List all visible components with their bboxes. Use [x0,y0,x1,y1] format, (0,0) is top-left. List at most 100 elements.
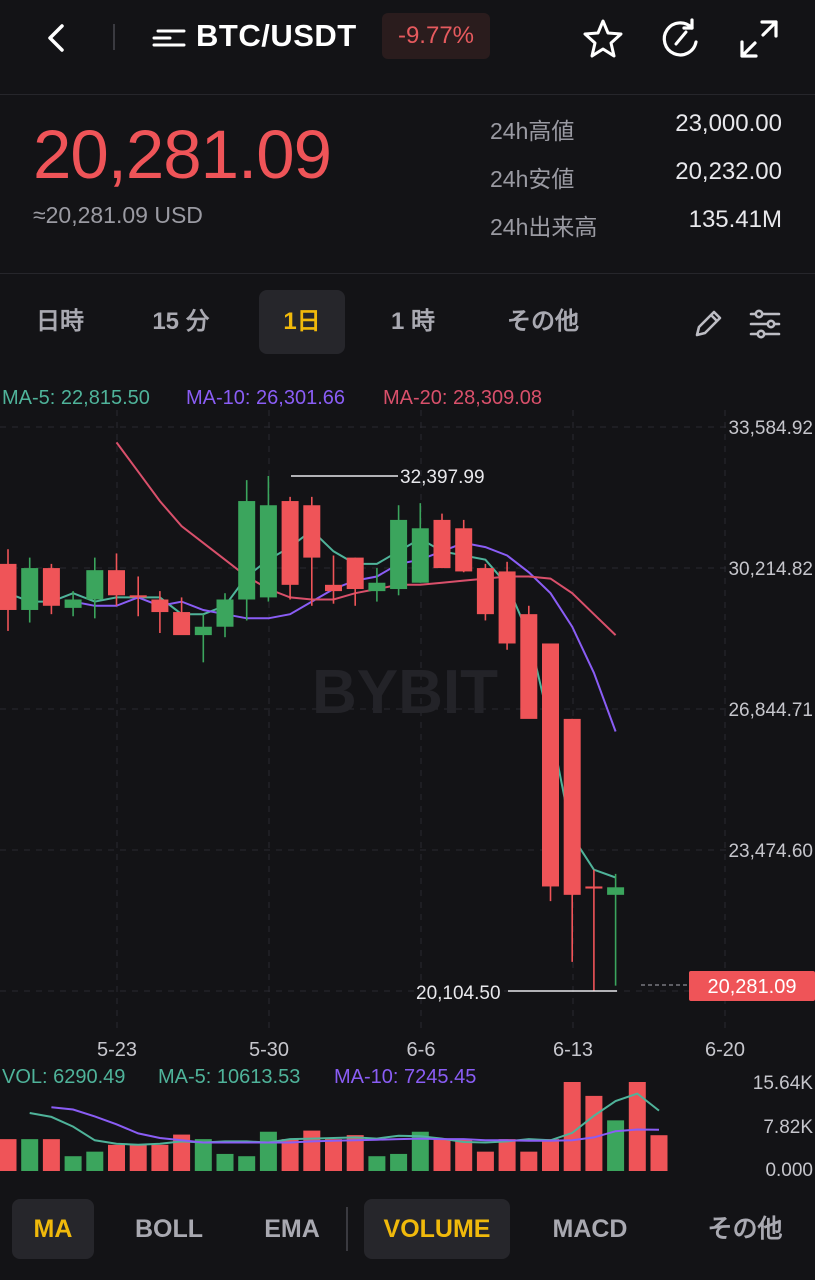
candle-body [238,501,256,600]
stat-label-low: 24h安値 [490,166,575,192]
candle-body [64,599,82,608]
legend-ma20: MA-20: 28,309.08 [383,387,542,409]
candle-body [585,886,603,889]
top-bar: BTC/USDT -9.77% [0,0,815,80]
volume-bar [585,1095,603,1171]
candle [281,496,299,600]
candlestick-chart[interactable]: BYBIT MA-5: 22,815.50 MA-10: 26,301.66 M… [0,370,815,1200]
candle [542,643,559,902]
indicator-volume[interactable]: VOLUME [364,1199,510,1259]
tab-time[interactable]: 日時 [18,290,102,354]
usd-equivalent: ≈20,281.09 USD [33,202,203,228]
candle [585,869,603,992]
volume-bar [281,1139,299,1171]
volume-bar [151,1144,169,1171]
low-marker-label: 20,104.50 [416,983,501,1004]
high-marker-label: 32,397.99 [400,467,485,488]
candle-body [173,612,191,636]
date-tick: 6-13 [553,1039,593,1061]
candle [0,549,17,631]
candle [498,561,516,650]
price-tick: 23,474.60 [728,841,813,862]
expand-icon[interactable] [736,16,782,62]
volume-bar [476,1151,494,1171]
volume-bar [390,1153,408,1171]
candle [194,614,212,663]
volume-bar [0,1139,17,1171]
tab-15m[interactable]: 15 分 [135,290,227,354]
watermark: BYBIT [312,658,498,727]
star-icon[interactable] [580,16,626,62]
candle [86,557,104,619]
candle [346,557,364,606]
candles [0,475,625,992]
refresh-icon[interactable] [658,16,704,62]
volume-bar [650,1135,668,1171]
menu-lines-icon[interactable] [150,24,186,52]
candle [411,503,429,583]
tab-1h[interactable]: 1 時 [373,290,453,354]
stat-value-volume: 135.41M [688,206,782,233]
candle-body [86,570,104,600]
indicator-macd[interactable]: MACD [540,1199,640,1259]
candle-body [433,519,451,569]
volume-bar [129,1144,147,1171]
stat-label-volume: 24h出来高 [490,214,598,240]
volume-bar [542,1139,559,1171]
candle-body [108,570,125,596]
volume-bar [259,1131,277,1171]
pencil-icon[interactable] [690,306,726,342]
price-tick: 30,214.82 [728,559,813,580]
candle [21,557,39,623]
date-tick: 6-6 [407,1039,436,1061]
volume-bar [303,1130,321,1171]
candle-body [411,528,429,583]
date-tick: 5-23 [97,1039,137,1061]
volume-bar [325,1139,342,1171]
candle [238,480,256,621]
volume-bar [108,1144,125,1171]
indicator-more[interactable]: その他 [692,1199,798,1259]
candle-body [129,595,147,598]
change-badge: -9.77% [382,13,490,59]
legend-vol-ma10: MA-10: 7245.45 [334,1066,476,1088]
last-price: 20,281.09 [33,116,332,193]
volume-bars [0,1082,668,1171]
indicator-ma[interactable]: MA [12,1199,94,1259]
stat-label-high: 24h高値 [490,118,575,144]
candle-body [607,887,625,895]
pair-title[interactable]: BTC/USDT [196,16,357,56]
indicator-ema[interactable]: EMA [250,1199,334,1259]
volume-bar [498,1139,516,1171]
candle-body [303,505,321,558]
indicator-boll[interactable]: BOLL [124,1199,214,1259]
volume-bar [520,1151,538,1171]
volume-bar [563,1082,581,1171]
volume-tick: 15.64K [753,1073,814,1094]
candle-body [325,584,342,592]
candle-body [194,626,212,636]
price-tick: 26,844.71 [728,700,813,721]
header-divider [113,24,115,50]
indicator-divider [346,1207,348,1251]
legend-vol-ma5: MA-5: 10613.53 [158,1066,300,1088]
candle-body [455,528,473,572]
volume-bar [216,1153,234,1171]
candle-body [390,519,408,590]
candle [216,593,234,638]
volume-bar [21,1139,39,1171]
volume-bar [64,1156,82,1171]
candle [325,555,342,604]
volume-tick: 0.000 [765,1160,813,1181]
stat-value-high: 23,000.00 [675,110,782,137]
legend-ma10: MA-10: 26,301.66 [186,387,345,409]
tab-more[interactable]: その他 [490,290,596,354]
price-separator [0,273,815,274]
legend-vol: VOL: 6290.49 [2,1066,125,1088]
back-arrow-icon[interactable] [40,18,76,58]
stat-value-low: 20,232.00 [675,158,782,185]
settings-sliders-icon[interactable] [747,306,783,342]
candle [455,519,473,573]
tab-1d[interactable]: 1日 [259,290,345,354]
candle [607,873,625,986]
